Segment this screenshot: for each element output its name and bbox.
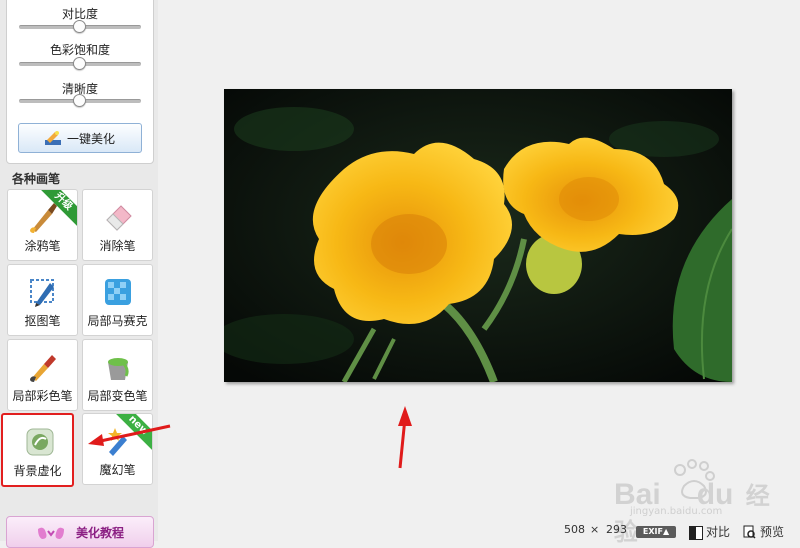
tool-label: 消除笔 — [99, 239, 136, 253]
hands-icon — [37, 527, 64, 539]
saturation-label: 色彩饱和度 — [49, 43, 110, 57]
color-brush-icon — [30, 355, 56, 382]
tool-local-mosaic[interactable]: 局部马赛克 — [82, 264, 153, 336]
contrast-slider-knob[interactable] — [73, 20, 86, 33]
edited-photo[interactable] — [214, 89, 733, 384]
tool-background-blur[interactable]: 背景虚化 — [1, 413, 74, 487]
magic-wand-icon — [44, 131, 61, 145]
tool-label: 局部马赛克 — [87, 314, 148, 328]
preview-icon[interactable] — [743, 525, 756, 539]
saturation-slider-knob[interactable] — [73, 57, 86, 70]
exif-button[interactable]: EXIF▲ — [636, 526, 676, 538]
flower-image — [214, 89, 733, 384]
image-width: 508 — [564, 523, 585, 536]
annotation-arrow-up — [398, 406, 412, 469]
preview-button[interactable]: 预览 — [760, 523, 784, 540]
baidu-jingyan-watermark: Bai du 经验 jingyan.baidu.com — [614, 458, 784, 546]
beautify-tutorial-button[interactable]: 美化教程 — [6, 516, 154, 548]
tool-label: 魔幻笔 — [99, 463, 136, 477]
tool-label: 局部变色笔 — [87, 389, 148, 403]
tool-local-color-brush[interactable]: 局部彩色笔 — [7, 339, 78, 411]
blur-icon — [26, 428, 54, 456]
eraser-icon — [106, 205, 132, 231]
mosaic-icon — [105, 279, 131, 305]
tool-label: 涂鸦笔 — [24, 239, 61, 253]
adjust-panel: 对比度 色彩饱和度 清晰度 一键美化 — [6, 0, 154, 164]
compare-button[interactable]: 对比 — [706, 523, 730, 540]
annotation-arrow-left — [88, 424, 171, 446]
paintbrush-icon — [30, 203, 57, 233]
left-sidebar: 对比度 色彩饱和度 清晰度 一键美化 各种画笔 升级 涂鸦笔 消除笔 抠图笔 局… — [0, 0, 158, 548]
sharpness-slider-knob[interactable] — [73, 94, 86, 107]
tool-doodle-pen[interactable]: 升级 涂鸦笔 — [7, 189, 78, 261]
one-click-beautify-button[interactable]: 一键美化 — [18, 123, 142, 153]
tool-label: 局部彩色笔 — [12, 389, 73, 403]
tool-eraser-pen[interactable]: 消除笔 — [82, 189, 153, 261]
one-click-label: 一键美化 — [66, 131, 115, 146]
compare-icon[interactable] — [689, 526, 703, 540]
times-sign: × — [590, 523, 600, 536]
brushes-section-title: 各种画笔 — [12, 172, 61, 186]
tutorial-label: 美化教程 — [75, 525, 124, 540]
tool-local-recolor-pen[interactable]: 局部变色笔 — [82, 339, 153, 411]
tool-label: 背景虚化 — [13, 464, 62, 478]
cutout-pen-icon — [30, 279, 54, 307]
tool-cutout-pen[interactable]: 抠图笔 — [7, 264, 78, 336]
paint-bucket-icon — [108, 358, 129, 380]
watermark-url: jingyan.baidu.com — [630, 506, 723, 517]
tool-label: 抠图笔 — [24, 314, 61, 328]
image-height: 293 — [606, 523, 627, 536]
